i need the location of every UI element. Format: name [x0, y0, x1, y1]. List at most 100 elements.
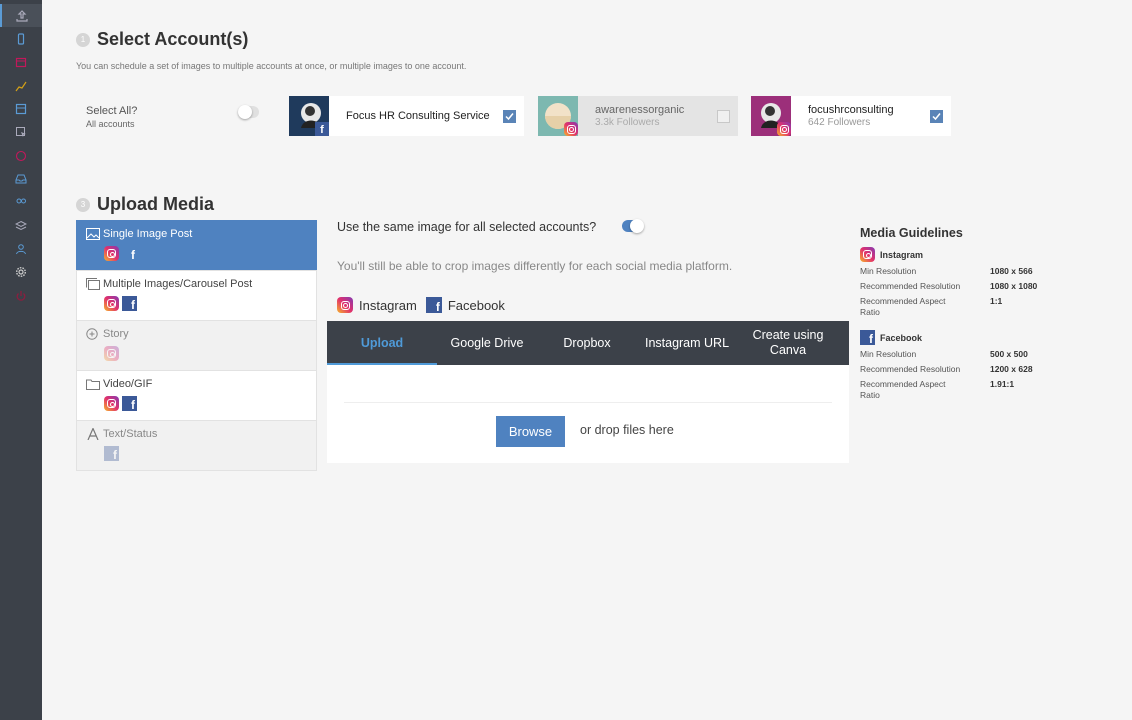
guideline-row: Recommended Aspect Ratio 1:1 — [860, 296, 1060, 318]
instagram-icon — [104, 346, 119, 361]
account-name: Focus HR Consulting Service — [346, 110, 490, 122]
post-type-text-status[interactable]: Text/Status f — [76, 420, 317, 471]
sidebar-phone-icon[interactable] — [0, 27, 42, 50]
sidebar-user-icon[interactable] — [0, 237, 42, 260]
section-title: Upload Media — [97, 194, 215, 214]
tab-create-using-canva[interactable]: Create using Canva — [737, 321, 839, 365]
account-name: focushrconsulting — [808, 104, 894, 116]
step-select-accounts: 1 Select Account(s) — [76, 29, 248, 50]
account-checkbox[interactable] — [930, 109, 943, 123]
guideline-value: 500 x 500 — [990, 349, 1028, 360]
sidebar-power-icon[interactable] — [0, 284, 42, 307]
guidelines-network-name: Instagram — [880, 249, 924, 260]
images-icon — [86, 278, 100, 290]
post-type-story[interactable]: Story — [76, 320, 317, 371]
facebook-icon: f — [860, 330, 875, 346]
guidelines-title: Media Guidelines — [860, 226, 963, 240]
guideline-value: 1:1 — [990, 296, 1003, 307]
toggle-knob — [238, 105, 252, 119]
sidebar-grid-icon[interactable] — [0, 97, 42, 120]
step-number: 3 — [76, 197, 90, 212]
account-checkbox[interactable] — [503, 109, 516, 123]
selected-networks: Instagram f Facebook — [337, 297, 514, 313]
phone-icon — [17, 32, 25, 45]
guideline-value: 1080 x 1080 — [990, 281, 1038, 292]
text-icon — [87, 428, 99, 440]
sidebar-upload-icon[interactable] — [0, 4, 42, 27]
select-all: Select All? All accounts — [86, 105, 137, 129]
crop-note: You'll still be able to crop images diff… — [337, 259, 733, 273]
facebook-icon: f — [104, 446, 119, 461]
same-image-question: Use the same image for all selected acco… — [337, 220, 597, 234]
avatar — [538, 96, 578, 136]
layers-icon — [15, 220, 27, 230]
story-icon — [86, 328, 98, 340]
folder-icon — [86, 379, 100, 390]
facebook-icon: f — [122, 396, 137, 411]
facebook-icon: f — [122, 296, 137, 311]
users-icon — [16, 198, 26, 203]
instagram-icon — [860, 247, 875, 262]
account-followers: 642 Followers — [808, 117, 871, 128]
select-all-label: Select All? — [86, 105, 138, 117]
facebook-icon: f — [131, 248, 135, 262]
guidelines-network-name: Facebook — [880, 332, 923, 343]
cursor-icon — [16, 126, 26, 137]
sidebar-gear-icon[interactable] — [0, 260, 42, 283]
step-number: 1 — [76, 32, 90, 47]
sidebar-users-icon[interactable] — [0, 190, 42, 213]
post-type-single-image[interactable]: Single Image Post f — [76, 220, 317, 271]
drop-zone-divider — [344, 402, 832, 403]
guideline-key: Min Resolution — [860, 266, 917, 276]
guideline-row: Recommended Resolution 1080 x 1080 — [860, 281, 1060, 292]
same-image-toggle[interactable] — [622, 219, 644, 233]
guideline-value: 1.91:1 — [990, 379, 1015, 390]
check-icon — [932, 112, 941, 120]
avatar — [751, 96, 791, 136]
select-all-toggle[interactable] — [238, 105, 259, 119]
sidebar-cursor-icon[interactable] — [0, 120, 42, 143]
sidebar-calendar-icon[interactable] — [0, 50, 42, 73]
sidebar-chart-icon[interactable] — [0, 74, 42, 97]
gear-icon — [15, 266, 27, 277]
tab-google-drive[interactable]: Google Drive — [437, 321, 537, 365]
account-card-focushrconsulting[interactable]: focushrconsulting 642 Followers — [751, 96, 951, 136]
avatar: f — [289, 96, 329, 136]
guidelines-instagram-header: Instagram — [860, 247, 1060, 262]
guideline-key: Recommended Resolution — [860, 281, 961, 292]
guideline-key: Recommended Resolution — [860, 364, 961, 375]
tab-dropbox[interactable]: Dropbox — [537, 321, 637, 365]
instagram-badge-icon — [777, 122, 791, 136]
post-type-carousel[interactable]: Multiple Images/Carousel Post f — [76, 270, 317, 321]
facebook-label: Facebook — [447, 297, 505, 313]
post-type-label: Video/GIF — [103, 378, 153, 390]
post-type-label: Story — [103, 328, 129, 340]
sidebar-inbox-icon[interactable] — [0, 167, 42, 190]
inbox-icon — [15, 174, 27, 183]
check-icon — [505, 112, 514, 120]
post-type-label: Text/Status — [103, 428, 158, 440]
media-uploader: Upload Google Drive Dropbox Instagram UR… — [327, 321, 849, 463]
sidebar — [0, 0, 42, 720]
facebook-icon: f — [425, 297, 442, 313]
guideline-value: 1080 x 566 — [990, 266, 1033, 276]
post-type-video-gif[interactable]: Video/GIF f — [76, 370, 317, 421]
section-title: Select Account(s) — [97, 29, 249, 49]
browse-button[interactable]: Browse — [496, 416, 565, 447]
section-subtitle: You can schedule a set of images to mult… — [76, 61, 467, 71]
account-card-focus-hr[interactable]: f Focus HR Consulting Service — [289, 96, 524, 136]
account-checkbox[interactable] — [717, 109, 730, 123]
account-followers: 3.3k Followers — [595, 117, 660, 128]
account-card-awarenessorganic[interactable]: awarenessorganic 3.3k Followers — [538, 96, 738, 136]
guideline-key: Recommended Aspect Ratio — [860, 296, 946, 318]
tab-instagram-url[interactable]: Instagram URL — [637, 321, 737, 365]
media-guidelines: Media Guidelines Instagram Min Resolutio… — [860, 226, 1060, 401]
sidebar-clock-icon[interactable] — [0, 144, 42, 167]
guideline-row: Min Resolution 1080 x 566 — [860, 266, 1060, 277]
chart-icon — [15, 81, 27, 91]
sidebar-layers-icon[interactable] — [0, 214, 42, 237]
instagram-label: Instagram — [359, 297, 417, 313]
instagram-badge-icon — [564, 122, 578, 136]
guideline-value: 1200 x 628 — [990, 364, 1033, 375]
tab-upload[interactable]: Upload — [327, 321, 437, 365]
